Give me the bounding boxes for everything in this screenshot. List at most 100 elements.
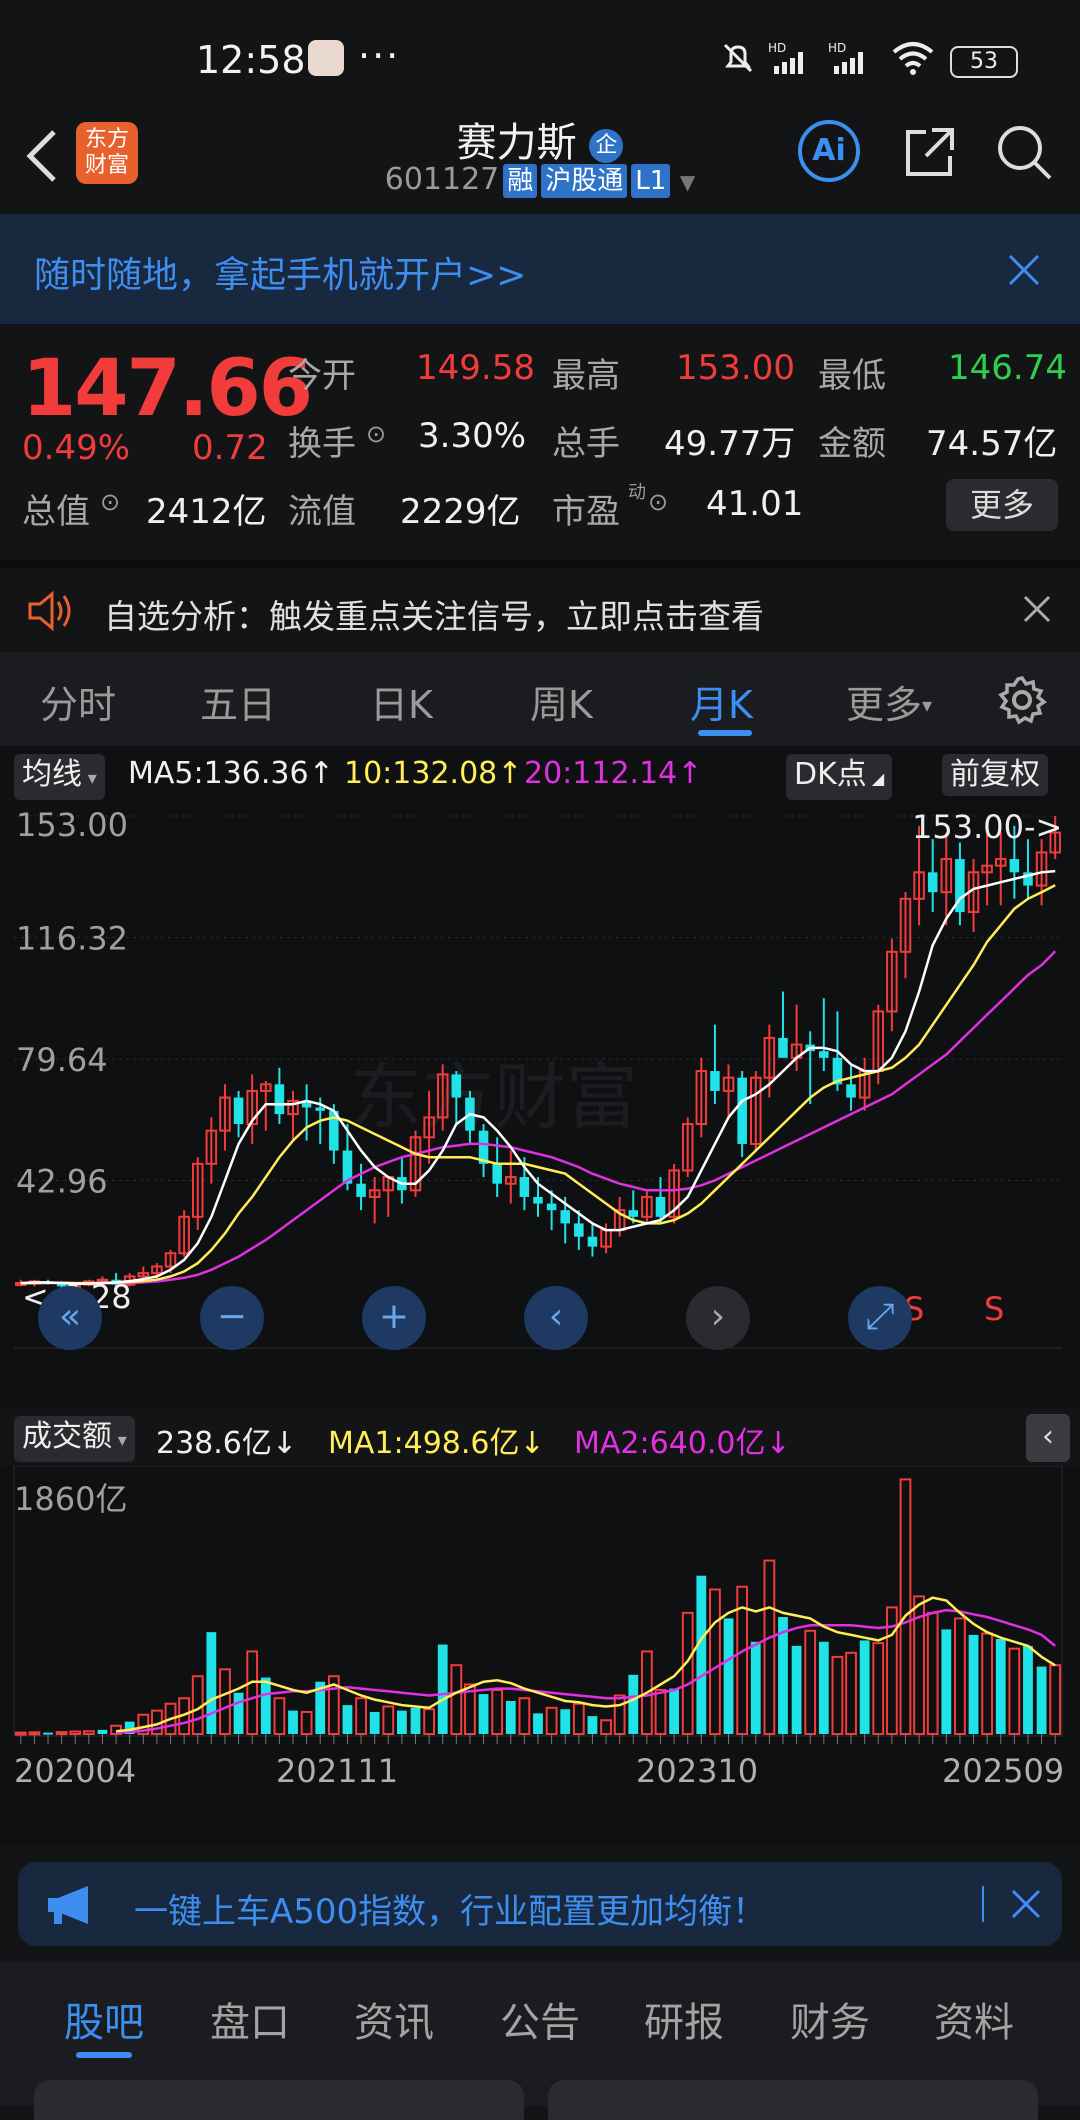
fullscreen-button[interactable]: ⤢ <box>848 1286 912 1350</box>
volume-bar <box>587 1716 598 1734</box>
tag-level: L1 <box>631 164 671 198</box>
volume-value: 49.77万 <box>664 424 796 464</box>
x-tick-label: 202004 <box>14 1752 136 1790</box>
candle-body <box>927 872 938 893</box>
tab-monthly-k[interactable]: 月K <box>690 674 753 729</box>
volume-bar <box>82 1730 95 1736</box>
candle-body <box>587 1236 598 1247</box>
close-icon[interactable] <box>1022 594 1052 624</box>
y-tick-label: 153.00 <box>16 806 128 844</box>
candle-body <box>546 1203 557 1211</box>
candle-body <box>356 1183 366 1197</box>
volume-bar <box>518 1697 531 1736</box>
tab-research[interactable]: 研报 <box>644 1990 724 2048</box>
card-right <box>548 2080 1038 2120</box>
volume-bar <box>233 1692 244 1734</box>
kline-chart-area[interactable]: 均线 ▾ MA5:136.36↑ 10:132.08↑ 20:112.14↑ D… <box>0 746 1080 1846</box>
volume-selector-label: 成交额 <box>22 1419 112 1454</box>
tab-news[interactable]: 资讯 <box>354 1990 434 2048</box>
info-icon[interactable]: ⊙ <box>100 488 120 516</box>
candle-body <box>574 1223 584 1237</box>
candle-body <box>1009 859 1020 873</box>
tab-pankou[interactable]: 盘口 <box>210 1990 290 2048</box>
tab-finance[interactable]: 财务 <box>790 1990 870 2048</box>
tab-five-day[interactable]: 五日 <box>200 674 276 729</box>
volume-bar <box>191 1675 204 1735</box>
close-icon[interactable] <box>1010 1888 1042 1920</box>
ma-selector-label: 均线 <box>22 757 82 792</box>
volume-bar <box>219 1668 231 1735</box>
volume-bar <box>410 1707 421 1734</box>
mktcap-value: 2412亿 <box>146 492 267 532</box>
volume-chart[interactable]: 1860亿 202004 202111 202310 202509 <box>0 1466 1080 1846</box>
candle-body <box>655 1196 666 1217</box>
ai-label: Ai <box>812 133 846 168</box>
candle-body <box>233 1097 244 1125</box>
volume-bar <box>1036 1666 1047 1734</box>
candle-body <box>533 1196 543 1204</box>
volume-bar <box>845 1651 857 1735</box>
volume-selector[interactable]: 成交额 ▾ <box>14 1416 135 1462</box>
volume-bar <box>533 1713 543 1734</box>
promo-bar[interactable]: 一键上车A500指数，行业配置更加均衡！ <box>18 1862 1062 1946</box>
candle-body <box>778 1037 788 1058</box>
analysis-alert[interactable]: 自选分析：触发重点关注信号，立即点击查看 <box>0 560 1080 660</box>
tab-profile[interactable]: 资料 <box>934 1990 1014 2048</box>
zoom-in-button[interactable]: + <box>362 1286 426 1350</box>
volume-toolbar: 成交额 ▾ 238.6亿↓ MA1:498.6亿↓ MA2:640.0亿↓ ‹ <box>0 1408 1080 1466</box>
close-icon[interactable] <box>1006 252 1042 288</box>
dk-button[interactable]: DK点 ◢ <box>786 754 893 800</box>
tab-intraday[interactable]: 分时 <box>40 674 116 729</box>
x-tick-label: 202111 <box>276 1752 398 1790</box>
open-account-banner[interactable]: 随时随地，拿起手机就开户>> <box>0 214 1080 324</box>
tab-daily-k[interactable]: 日K <box>370 674 433 729</box>
prev-button[interactable]: ‹ <box>524 1286 588 1350</box>
volume-y-tick: 1860亿 <box>14 1480 127 1518</box>
svg-text:HD: HD <box>768 41 786 55</box>
volume-ma2: MA2:640.0亿↓ <box>574 1426 791 1461</box>
status-time: 12:58 <box>196 38 306 82</box>
volume-bar <box>450 1664 463 1736</box>
more-button[interactable]: 更多 <box>946 479 1058 531</box>
tab-more[interactable]: 更多▾ <box>846 674 932 729</box>
volume-bar <box>818 1641 829 1734</box>
info-icon[interactable]: ⊙ <box>648 488 668 516</box>
nav-rewind-button[interactable]: « <box>38 1286 102 1350</box>
tab-announcements[interactable]: 公告 <box>500 1990 580 2048</box>
volume-bar <box>709 1588 721 1735</box>
dk-label: DK点 <box>794 757 867 792</box>
next-button[interactable]: › <box>686 1286 750 1350</box>
pe-label: 市盈 <box>552 492 620 532</box>
volume-bar <box>1008 1647 1021 1736</box>
volume-bar <box>396 1710 407 1734</box>
volume-bar <box>750 1641 761 1734</box>
volume-bar <box>763 1559 776 1735</box>
share-icon[interactable] <box>900 124 958 182</box>
ma5-value: MA5:136.36↑ <box>128 756 334 791</box>
volume-bar <box>1023 1645 1033 1734</box>
ma-selector[interactable]: 均线 ▾ <box>14 754 105 800</box>
active-tab-indicator <box>698 730 752 736</box>
adjust-button[interactable]: 前复权 <box>942 754 1048 796</box>
chevron-down-icon: ▾ <box>922 693 933 717</box>
expand-icon: ⤢ <box>865 1296 895 1337</box>
collapse-button[interactable]: ‹ <box>1026 1414 1070 1462</box>
volume-bar <box>342 1705 353 1734</box>
pe-value: 41.01 <box>706 484 804 524</box>
zoom-out-button[interactable]: − <box>200 1286 264 1350</box>
volume-bar <box>69 1730 82 1736</box>
low-value: 146.74 <box>948 348 1067 388</box>
tab-weekly-k[interactable]: 周K <box>530 674 593 729</box>
info-icon[interactable]: ⊙ <box>366 420 386 448</box>
tab-guba[interactable]: 股吧 <box>64 1990 144 2048</box>
max-price-label: 153.00-> <box>912 808 1062 846</box>
volume-bar <box>355 1697 367 1736</box>
search-icon[interactable] <box>994 122 1054 182</box>
ma10-value: 10:132.08↑ <box>344 756 523 791</box>
gear-icon[interactable] <box>996 674 1048 726</box>
ai-button[interactable]: Ai <box>798 120 860 182</box>
open-value: 149.58 <box>416 348 535 388</box>
volume-bar <box>300 1710 313 1736</box>
candle-body <box>819 1051 829 1058</box>
candle-body <box>274 1084 285 1115</box>
